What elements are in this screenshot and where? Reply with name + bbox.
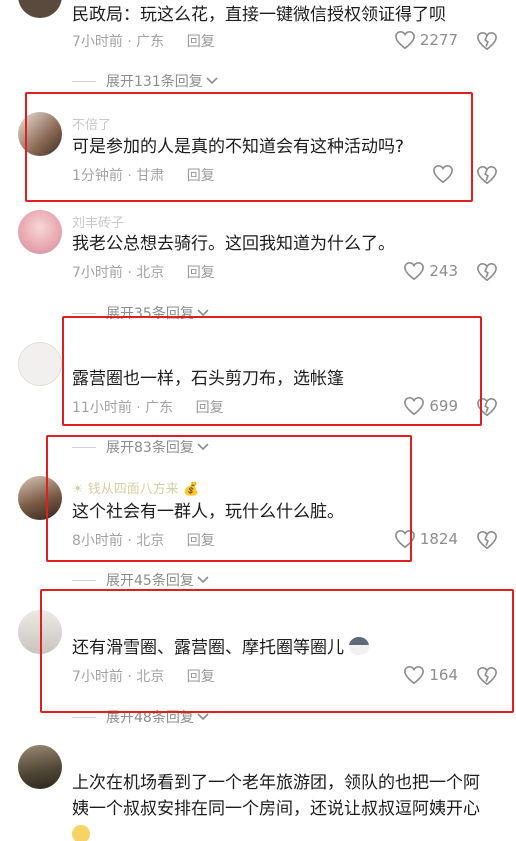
reply-button[interactable]: 回复	[187, 168, 215, 184]
like-button[interactable]: 2277	[394, 30, 458, 50]
divider-line	[72, 716, 96, 718]
like-count: 699	[429, 397, 458, 415]
expand-replies-button[interactable]: 展开35条回复	[72, 303, 209, 323]
chevron-down-icon	[197, 309, 209, 317]
expand-replies-label: 展开45条回复	[106, 573, 194, 589]
reply-button[interactable]: 回复	[187, 34, 215, 50]
like-button[interactable]: 164	[403, 665, 458, 685]
comment-time: 7小时前	[72, 265, 123, 281]
username[interactable]: 不倍了	[72, 114, 111, 133]
comment-location: 北京	[136, 533, 165, 549]
meta-separator: ·	[127, 265, 132, 281]
reply-button[interactable]: 回复	[196, 400, 224, 416]
avatar[interactable]	[18, 610, 62, 654]
expand-replies-button[interactable]: 展开131条回复	[72, 71, 218, 91]
avatar[interactable]	[18, 210, 62, 254]
avatar[interactable]	[18, 476, 62, 520]
comment-text: 上次在机场看到了一个老年旅游团，领队的也把一个阿姨一个叔叔安排在同一个房间，还说…	[72, 770, 492, 841]
comment-location: 北京	[136, 265, 165, 281]
meta-separator: ·	[127, 34, 132, 50]
comment-time: 7小时前	[72, 669, 123, 685]
like-button[interactable]	[432, 164, 458, 184]
divider-line	[72, 80, 96, 82]
sun-icon: ☀	[72, 482, 84, 497]
comment-text: 这个社会有一群人，玩什么什么脏。	[72, 502, 344, 522]
comment-meta: 1分钟前 · 甘肃 回复	[72, 165, 215, 185]
comment-meta: 11小时前 · 广东 回复	[72, 397, 224, 417]
smile-emoji	[72, 825, 90, 841]
heart-outline-icon	[404, 396, 425, 416]
reply-button[interactable]: 回复	[187, 265, 215, 281]
like-count: 1824	[419, 530, 458, 548]
meta-separator: ·	[136, 400, 141, 416]
meta-separator: ·	[127, 669, 132, 685]
money-bag-emoji: 💰	[182, 482, 200, 497]
broken-heart-icon[interactable]	[476, 530, 498, 550]
avatar[interactable]	[18, 342, 62, 386]
expand-replies-button[interactable]: 展开83条回复	[72, 437, 209, 457]
chevron-down-icon	[197, 443, 209, 451]
broken-heart-icon[interactable]	[476, 666, 498, 686]
chevron-down-icon	[197, 576, 209, 584]
like-button[interactable]: 699	[403, 396, 458, 416]
comment-text: 可是参加的人是真的不知道会有这种活动吗?	[72, 137, 405, 157]
heart-outline-icon	[394, 529, 415, 549]
comment-text: 民政局：玩这么花，直接一键微信授权领证得了呗	[72, 5, 446, 25]
expand-replies-label: 展开35条回复	[106, 306, 194, 322]
comment-text: 我老公总想去骑行。这回我知道为什么了。	[72, 234, 395, 254]
comment-text: 还有滑雪圈、露营圈、摩托圈等圈儿	[72, 635, 492, 661]
broken-heart-icon[interactable]	[476, 31, 498, 51]
like-count: 243	[429, 262, 458, 280]
divider-line	[72, 579, 96, 581]
heart-outline-icon	[433, 164, 453, 184]
username[interactable]: 刘丰砖子	[72, 212, 124, 231]
comment-time: 7小时前	[72, 34, 123, 50]
comment-time: 1分钟前	[72, 168, 123, 184]
reply-button[interactable]: 回复	[187, 669, 215, 685]
chevron-down-icon	[206, 77, 218, 85]
husky-emoji	[349, 637, 370, 655]
comment-location: 广东	[145, 400, 174, 416]
avatar[interactable]	[18, 0, 62, 18]
like-count: 164	[429, 666, 458, 684]
broken-heart-icon[interactable]	[476, 262, 498, 282]
avatar[interactable]	[18, 745, 62, 789]
expand-replies-button[interactable]: 展开48条回复	[72, 707, 209, 727]
broken-heart-icon[interactable]	[476, 397, 498, 417]
comment-time: 8小时前	[72, 533, 123, 549]
heart-outline-icon	[394, 30, 415, 50]
meta-separator: ·	[127, 168, 132, 184]
comment-meta: 7小时前 · 广东 回复	[72, 31, 215, 51]
comment-meta: 7小时前 · 北京 回复	[72, 666, 215, 686]
comment-location: 甘肃	[136, 168, 165, 184]
username[interactable]: ☀ 钱从四面八方来 💰	[72, 478, 199, 497]
comment-location: 北京	[136, 669, 165, 685]
like-count: 2277	[419, 31, 458, 49]
expand-replies-label: 展开131条回复	[106, 74, 203, 90]
expand-replies-label: 展开83条回复	[106, 440, 194, 456]
reply-button[interactable]: 回复	[187, 533, 215, 549]
comment-meta: 7小时前 · 北京 回复	[72, 262, 215, 282]
comment-list: 民政局：玩这么花，直接一键微信授权领证得了呗 7小时前 · 广东 回复 2277…	[0, 0, 516, 841]
comment-location: 广东	[136, 34, 165, 50]
expand-replies-button[interactable]: 展开45条回复	[72, 570, 209, 590]
heart-outline-icon	[404, 665, 425, 685]
comment-time: 11小时前	[72, 400, 132, 416]
broken-heart-icon[interactable]	[476, 165, 498, 185]
divider-line	[72, 312, 96, 314]
meta-separator: ·	[127, 533, 132, 549]
expand-replies-label: 展开48条回复	[106, 710, 194, 726]
comment-text: 露营圈也一样，石头剪刀布，选帐篷	[72, 369, 344, 389]
divider-line	[72, 446, 96, 448]
like-button[interactable]: 243	[403, 261, 458, 281]
avatar[interactable]	[18, 112, 62, 156]
chevron-down-icon	[197, 713, 209, 721]
like-button[interactable]: 1824	[394, 529, 458, 549]
heart-outline-icon	[404, 261, 425, 281]
comment-meta: 8小时前 · 北京 回复	[72, 530, 215, 550]
